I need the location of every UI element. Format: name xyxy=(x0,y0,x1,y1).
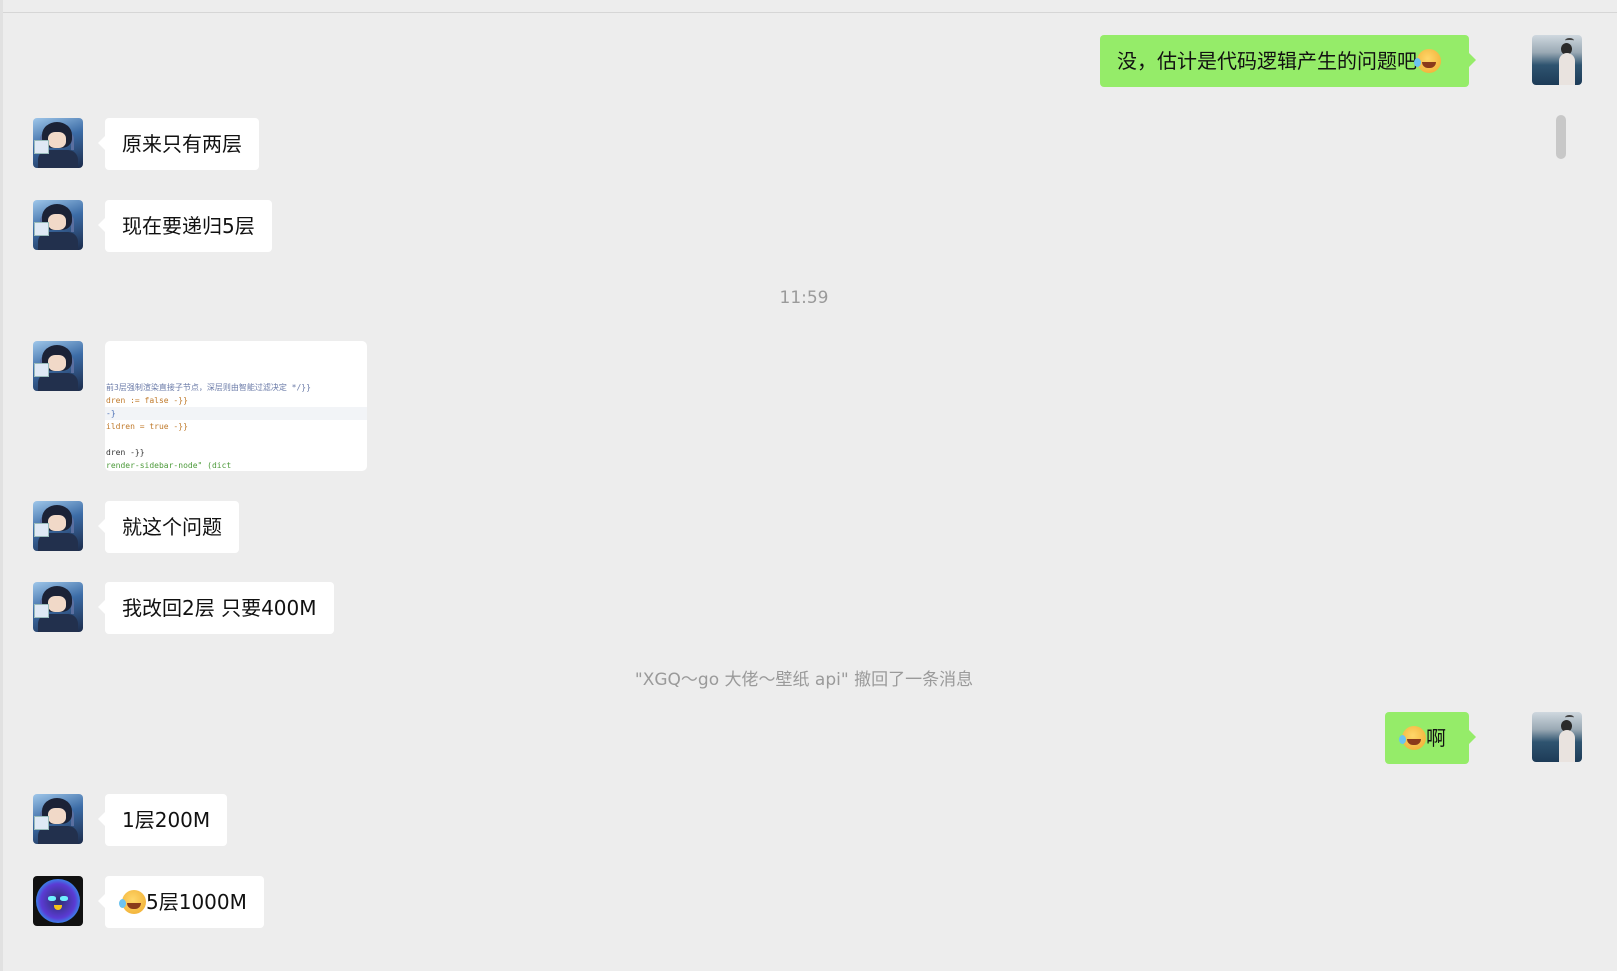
message-bubble[interactable]: 原来只有两层 xyxy=(98,118,259,170)
code-line: -} xyxy=(105,407,367,420)
code-line: dren -}} xyxy=(106,448,145,457)
message-bubble[interactable]: 我改回2层 只要400M xyxy=(98,582,334,634)
image-message-code-screenshot[interactable]: 前3层强制渲染直接子节点，深层则由智能过滤决定 */}} dren := fal… xyxy=(105,341,367,471)
contact-avatar[interactable] xyxy=(33,341,83,391)
message-bubble[interactable]: 现在要递归5层 xyxy=(98,200,272,252)
scrollbar-thumb[interactable] xyxy=(1556,115,1566,159)
contact-avatar[interactable] xyxy=(33,794,83,844)
message-text: 1层200M xyxy=(122,808,211,832)
message-text: 没，估计是代码逻辑产生的问题吧 xyxy=(1117,49,1417,73)
code-line: ildren = true -}} xyxy=(106,422,188,431)
code-line: 前3层强制渲染直接子节点，深层则由智能过滤决定 */}} xyxy=(106,383,311,392)
message-list[interactable]: 没，估计是代码逻辑产生的问题吧 原来只有两层 现在要递归5层 11:59 前3层… xyxy=(3,13,1603,971)
contact-avatar[interactable] xyxy=(33,118,83,168)
code-line: render-sidebar-node" (dict xyxy=(106,461,232,470)
message-text: 啊 xyxy=(1426,726,1446,750)
message-text: 现在要递归5层 xyxy=(122,214,255,238)
top-divider xyxy=(3,0,1617,13)
recall-notice: "XGQ～go 大佬～壁纸 api" 撤回了一条消息 xyxy=(634,670,974,690)
self-avatar[interactable] xyxy=(1532,35,1582,85)
contact-avatar[interactable] xyxy=(33,582,83,632)
contact-avatar[interactable] xyxy=(33,501,83,551)
laughing-emoji-icon xyxy=(119,890,146,914)
message-bubble[interactable]: 5层1000M xyxy=(98,876,264,928)
message-text: 原来只有两层 xyxy=(122,132,242,156)
chat-window: 没，估计是代码逻辑产生的问题吧 原来只有两层 现在要递归5层 11:59 前3层… xyxy=(0,0,1617,971)
bot-avatar[interactable] xyxy=(33,876,83,926)
laughing-emoji-icon xyxy=(1399,726,1426,750)
message-text: 5层1000M xyxy=(146,890,247,914)
timestamp: 11:59 xyxy=(779,288,829,308)
self-avatar[interactable] xyxy=(1532,712,1582,762)
message-bubble-self[interactable]: 没，估计是代码逻辑产生的问题吧 xyxy=(1100,35,1476,87)
code-line: dren := false -}} xyxy=(106,396,188,405)
message-bubble-self[interactable]: 啊 xyxy=(1385,712,1476,764)
message-text: 我改回2层 只要400M xyxy=(122,596,317,620)
laughing-emoji-icon xyxy=(1414,49,1441,73)
message-bubble[interactable]: 1层200M xyxy=(97,794,228,846)
message-text: 就这个问题 xyxy=(122,515,222,539)
message-bubble[interactable]: 就这个问题 xyxy=(98,501,239,553)
contact-avatar[interactable] xyxy=(33,200,83,250)
